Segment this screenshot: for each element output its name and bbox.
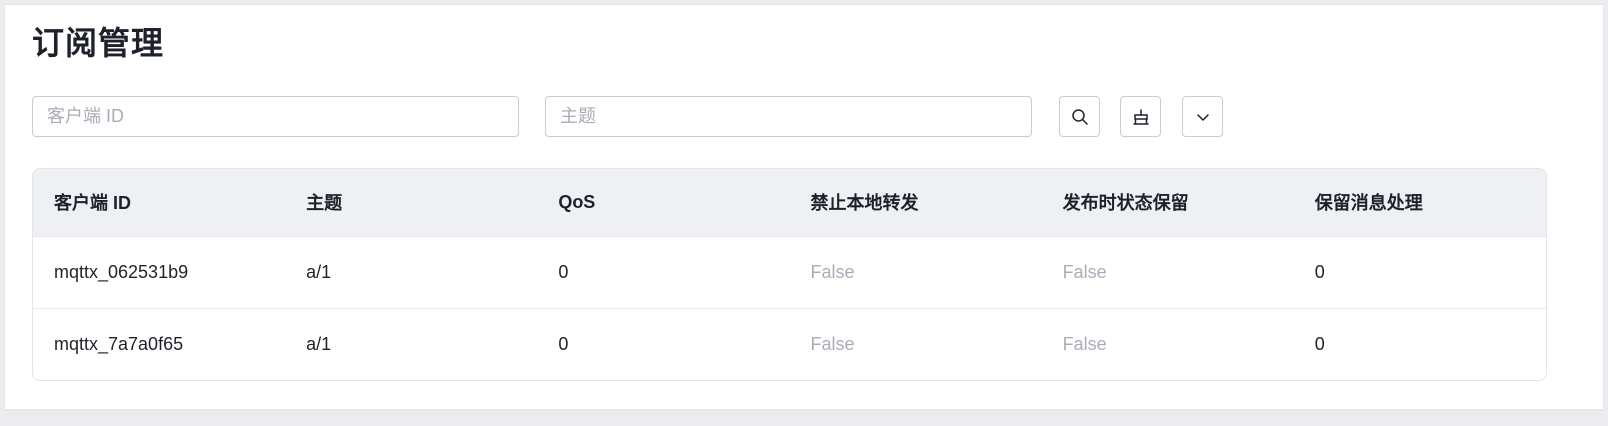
cell-retain-handling: 0: [1314, 333, 1325, 354]
expand-button[interactable]: [1182, 96, 1223, 137]
header-qos: QoS: [558, 191, 596, 212]
cell-topic: a/1: [306, 333, 332, 354]
header-topic: 主题: [306, 193, 343, 214]
header-client-id: 客户端 ID: [54, 193, 132, 214]
chevron-down-icon: [1195, 109, 1211, 125]
cell-no-local: False: [810, 261, 855, 282]
table-row: mqttx_062531b9 a/1 0 False False 0: [33, 236, 1546, 308]
cell-qos: 0: [558, 261, 569, 282]
table-row: mqttx_7a7a0f65 a/1 0 False False 0: [33, 308, 1546, 380]
header-retain-as-published: 发布时状态保留: [1062, 193, 1189, 214]
subscription-panel: 订阅管理 客户端 ID 主题 客户端 ID 主题 QoS 禁止本地转发 发布时状…: [4, 4, 1604, 410]
cell-no-local: False: [810, 333, 855, 354]
cell-client-id: mqttx_7a7a0f65: [54, 333, 184, 354]
cell-topic: a/1: [306, 261, 332, 282]
cell-qos: 0: [558, 333, 569, 354]
clear-icon: [1132, 108, 1150, 126]
cell-retain-as-published: False: [1062, 333, 1107, 354]
cell-retain-handling: 0: [1314, 261, 1325, 282]
client-id-input[interactable]: [32, 96, 519, 137]
cell-client-id: mqttx_062531b9: [54, 261, 189, 282]
search-button[interactable]: [1059, 96, 1100, 137]
header-retain-handling: 保留消息处理: [1314, 193, 1423, 214]
search-icon: [1071, 108, 1089, 126]
cell-retain-as-published: False: [1062, 261, 1107, 282]
page-title: 订阅管理: [32, 25, 165, 61]
subscriptions-table: 客户端 ID 主题 QoS 禁止本地转发 发布时状态保留 保留消息处理 mqtt…: [32, 168, 1547, 381]
topic-input[interactable]: [545, 96, 1032, 137]
clear-button[interactable]: [1120, 96, 1161, 137]
table-header-row: 客户端 ID 主题 QoS 禁止本地转发 发布时状态保留 保留消息处理: [33, 169, 1546, 236]
header-no-local: 禁止本地转发: [810, 193, 919, 214]
